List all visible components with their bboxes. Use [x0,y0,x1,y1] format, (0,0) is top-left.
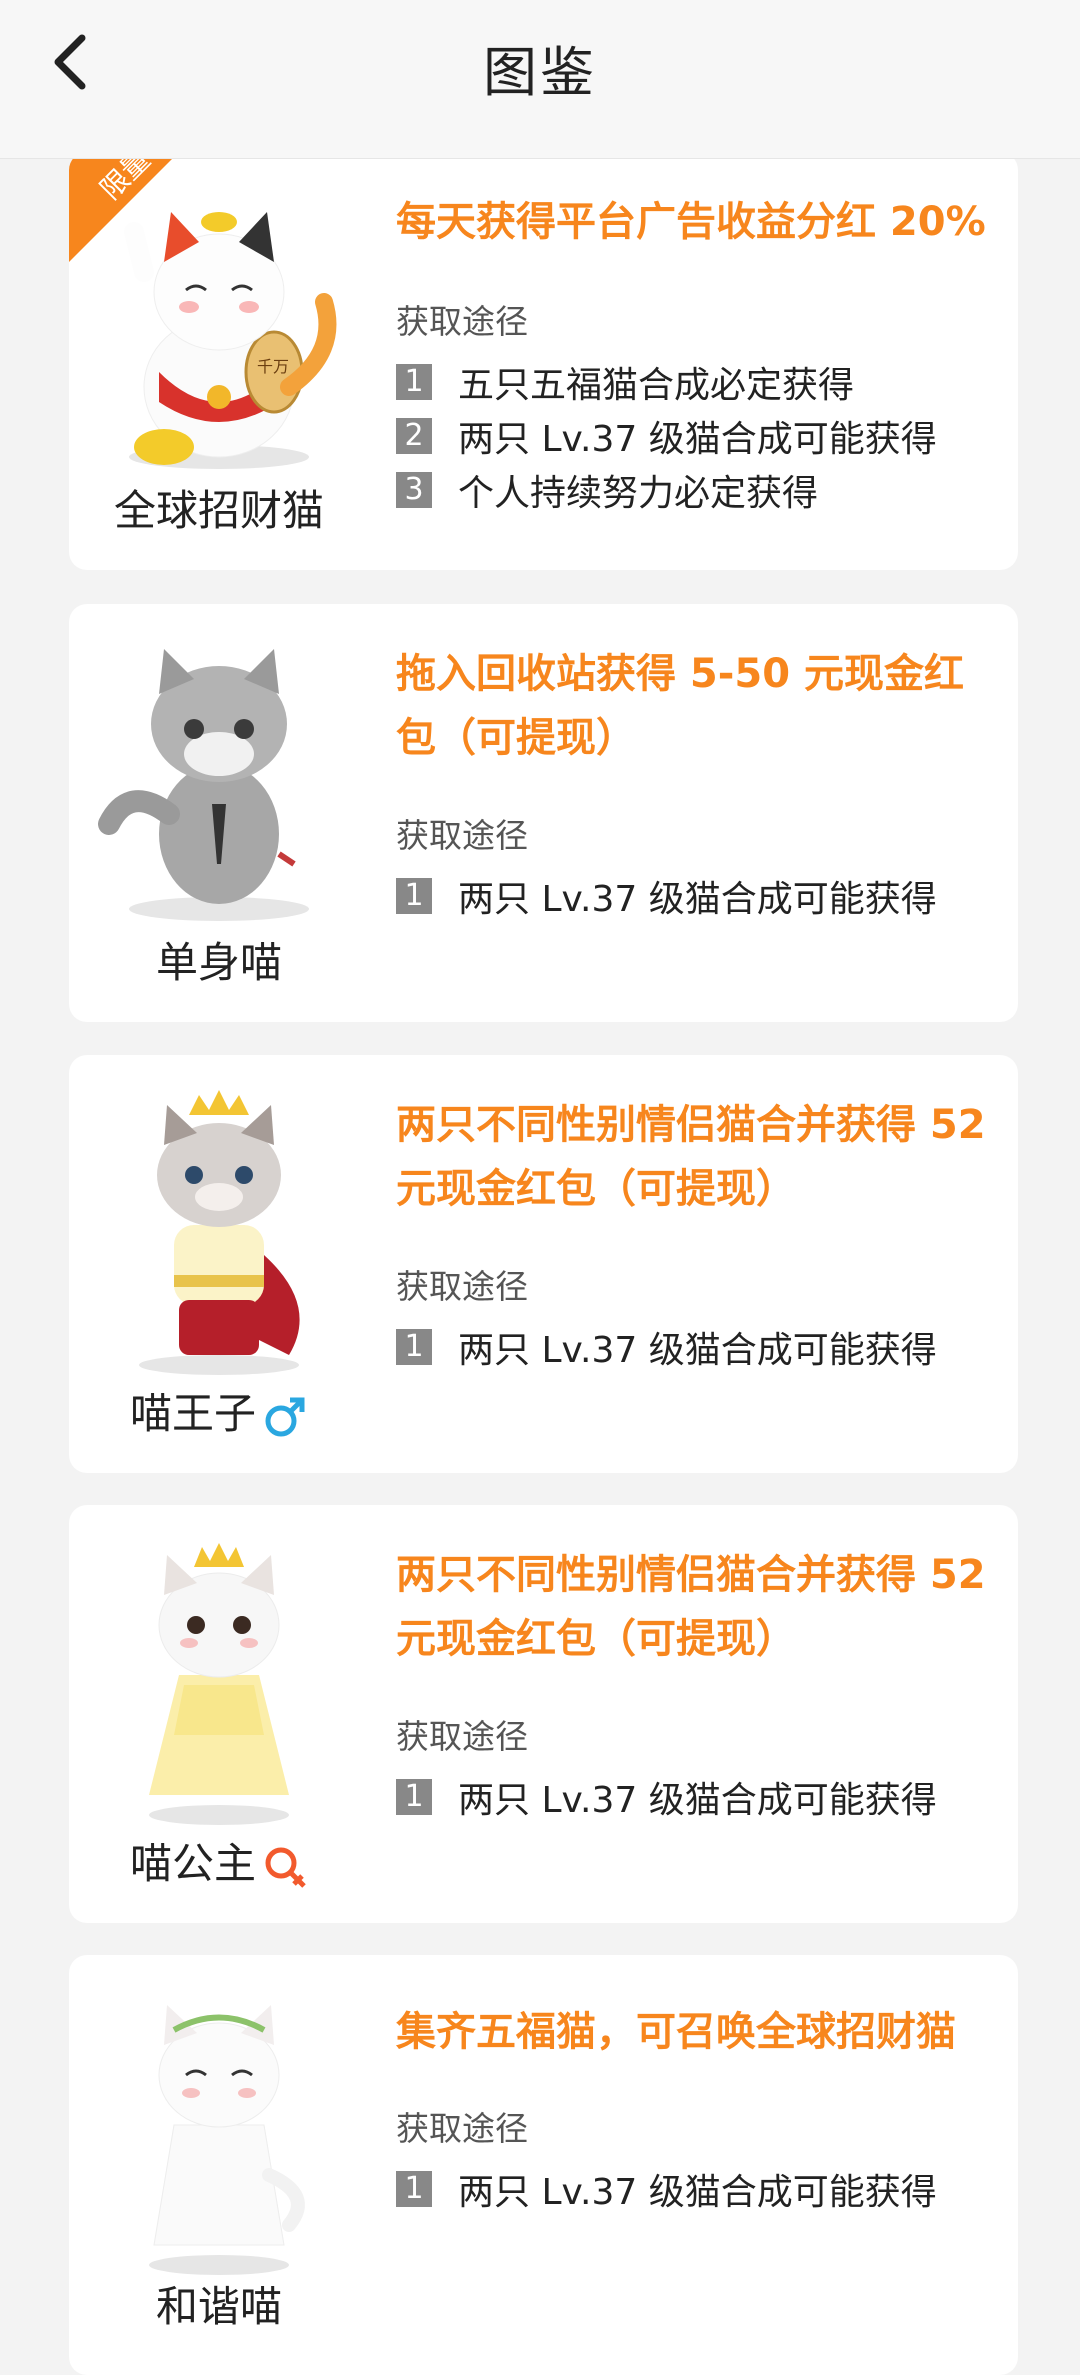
source-item: 1 五只五福猫合成必定获得 [396,355,996,409]
source-text: 个人持续努力必定获得 [458,473,819,514]
cat-name: 和谐喵 [155,2282,282,2331]
cat-reward: 每天获得平台广告收益分红 20% [396,199,986,245]
cat-reward: 两只不同性别情侣猫合并获得 52 元现金红包（可提现） [396,1102,986,1212]
source-title: 获取途径 [396,1267,528,1306]
lucky-cat-image: 千万 [124,212,337,469]
source-list: 1 两只 Lv.37 级猫合成可能获得 [396,869,996,923]
source-title: 获取途径 [396,2109,528,2148]
source-list: 1 五只五福猫合成必定获得 2 两只 Lv.37 级猫合成可能获得 3 个人持续… [396,355,996,517]
top-bar: 图鉴 [0,0,1080,159]
page-title: 图鉴 [483,41,597,104]
source-text: 两只 Lv.37 级猫合成可能获得 [458,1780,937,1821]
cat-reward: 拖入回收站获得 5-50 元现金红包（可提现） [396,651,964,761]
source-number-badge: 2 [396,418,432,454]
source-item: 1 两只 Lv.37 级猫合成可能获得 [396,1320,996,1374]
source-item: 1 两只 Lv.37 级猫合成可能获得 [396,869,996,923]
source-text: 五只五福猫合成必定获得 [458,365,855,406]
single-cat-image [98,649,309,921]
source-item: 3 个人持续努力必定获得 [396,463,996,517]
cat-card[interactable]: 喵公主 两只不同性别情侣猫合并获得 52 元现金红包（可提现） 获取途径 1 两… [69,1505,1018,1923]
source-text: 两只 Lv.37 级猫合成可能获得 [458,419,937,460]
svg-text:千万: 千万 [257,357,289,376]
source-list: 1 两只 Lv.37 级猫合成可能获得 [396,1770,996,1824]
source-number-badge: 1 [396,878,432,914]
cat-name: 全球招财猫 [113,486,324,535]
cat-reward: 两只不同性别情侣猫合并获得 52 元现金红包（可提现） [396,1552,986,1662]
source-title: 获取途径 [396,1717,528,1756]
cat-card[interactable]: 喵王子 两只不同性别情侣猫合并获得 52 元现金红包（可提现） 获取途径 1 两… [69,1055,1018,1473]
source-text: 两只 Lv.37 级猫合成可能获得 [458,2172,937,2213]
source-number-badge: 3 [396,472,432,508]
source-item: 2 两只 Lv.37 级猫合成可能获得 [396,409,996,463]
harmony-cat-image [149,2005,305,2275]
source-item: 1 两只 Lv.37 级猫合成可能获得 [396,1770,996,1824]
cat-name: 喵王子 [69,1380,369,1441]
princess-cat-image [149,1543,289,1825]
source-text: 两只 Lv.37 级猫合成可能获得 [458,879,937,920]
source-title: 获取途径 [396,302,528,341]
cat-card[interactable]: 和谐喵 集齐五福猫，可召唤全球招财猫 获取途径 1 两只 Lv.37 级猫合成可… [69,1955,1018,2375]
female-icon [265,1847,306,1888]
source-list: 1 两只 Lv.37 级猫合成可能获得 [396,1320,996,1374]
male-icon [265,1397,305,1436]
source-list: 1 两只 Lv.37 级猫合成可能获得 [396,2162,996,2216]
cat-reward: 集齐五福猫，可召唤全球招财猫 [396,2009,956,2055]
source-title: 获取途径 [396,816,528,855]
cat-name: 喵公主 [69,1830,369,1891]
cat-name: 单身喵 [155,938,282,987]
prince-cat-image [139,1090,300,1375]
cat-card[interactable]: 单身喵 拖入回收站获得 5-50 元现金红包（可提现） 获取途径 1 两只 Lv… [69,604,1018,1022]
source-text: 两只 Lv.37 级猫合成可能获得 [458,1330,937,1371]
source-number-badge: 1 [396,1779,432,1815]
source-number-badge: 1 [396,2171,432,2207]
cat-card[interactable]: 限量 千万 全球招财猫 每天获得平台广告收益分红 20% 获取途径 1 五只五福… [69,152,1018,570]
source-number-badge: 1 [396,1329,432,1365]
cat-name-text: 喵公主 [129,1839,256,1888]
source-item: 1 两只 Lv.37 级猫合成可能获得 [396,2162,996,2216]
cat-name-text: 喵王子 [129,1389,256,1438]
source-number-badge: 1 [396,364,432,400]
